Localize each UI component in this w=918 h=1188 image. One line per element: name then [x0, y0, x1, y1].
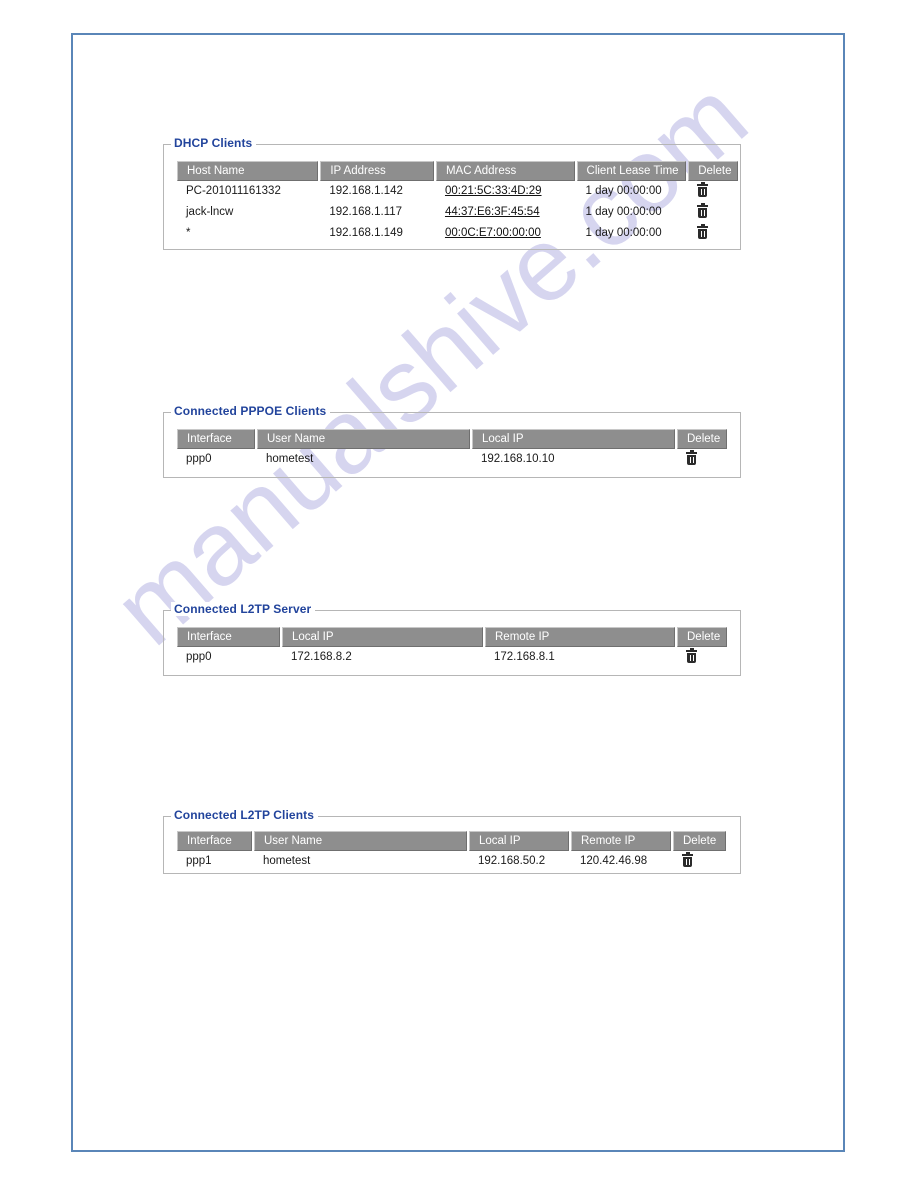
column-header-local-ip: Local IP [282, 627, 483, 647]
table-wrap-pppoe: Interface User Name Local IP Delete ppp0… [175, 429, 729, 470]
column-header-client-lease-time: Client Lease Time [576, 161, 687, 181]
cell-local-ip: 172.168.8.2 [291, 651, 352, 663]
table-header-row: Host Name IP Address MAC Address Client … [177, 161, 738, 181]
cell-lease-time: 1 day 00:00:00 [585, 185, 662, 197]
table-connected-pppoe-clients: Interface User Name Local IP Delete ppp0… [175, 429, 729, 470]
cell-remote-ip: 120.42.46.98 [580, 855, 648, 867]
panel-connected-l2tp-clients: Connected L2TP Clients Interface User Na… [163, 808, 741, 874]
mac-address-link[interactable]: 00:21:5C:33:4D:29 [445, 185, 542, 197]
cell-delete[interactable] [688, 202, 738, 223]
panel-legend-connected-l2tp-clients: Connected L2TP Clients [171, 808, 319, 822]
cell-mac-address[interactable]: 44:37:E6:3F:45:54 [436, 202, 575, 223]
column-header-remote-ip: Remote IP [485, 627, 675, 647]
cell-remote-ip: 172.168.8.1 [494, 651, 555, 663]
cell-lease-time: 1 day 00:00:00 [585, 206, 662, 218]
table-dhcp-clients: Host Name IP Address MAC Address Client … [175, 161, 740, 244]
column-header-interface: Interface [177, 429, 255, 449]
trash-icon[interactable] [686, 450, 697, 466]
cell-delete[interactable] [677, 449, 727, 470]
trash-icon[interactable] [697, 224, 709, 240]
column-header-delete: Delete [677, 627, 727, 647]
table-row: ppp0 172.168.8.2 172.168.8.1 [177, 647, 727, 668]
column-header-ip-address: IP Address [320, 161, 434, 181]
table-row: PC-201011161332 192.168.1.142 00:21:5C:3… [177, 181, 738, 202]
mac-address-link[interactable]: 00:0C:E7:00:00:00 [445, 227, 541, 239]
mac-address-link[interactable]: 44:37:E6:3F:45:54 [445, 206, 540, 218]
column-header-user-name: User Name [257, 429, 470, 449]
cell-interface: ppp0 [186, 453, 212, 465]
table-wrap-dhcp: Host Name IP Address MAC Address Client … [175, 161, 740, 244]
column-header-mac-address: MAC Address [435, 161, 575, 181]
cell-mac-address[interactable]: 00:21:5C:33:4D:29 [436, 181, 575, 202]
cell-delete[interactable] [688, 181, 738, 202]
column-header-interface: Interface [177, 627, 280, 647]
table-row: ppp0 hometest 192.168.10.10 [177, 449, 727, 470]
table-wrap-l2tp-client: Interface User Name Local IP Remote IP D… [175, 831, 728, 872]
cell-host-name: PC-201011161332 [186, 185, 281, 197]
cell-interface: ppp0 [186, 651, 212, 663]
cell-ip-address: 192.168.1.117 [329, 206, 403, 218]
cell-ip-address: 192.168.1.142 [329, 185, 403, 197]
trash-icon[interactable] [686, 648, 697, 664]
column-header-delete: Delete [688, 161, 738, 181]
cell-delete[interactable] [673, 851, 726, 872]
table-header-row: Interface User Name Local IP Remote IP D… [177, 831, 726, 851]
panel-legend-dhcp-clients: DHCP Clients [171, 136, 257, 150]
column-header-host-name: Host Name [177, 161, 319, 181]
column-header-user-name: User Name [254, 831, 467, 851]
cell-delete[interactable] [688, 223, 738, 244]
table-header-row: Interface Local IP Remote IP Delete [177, 627, 727, 647]
cell-user-name: hometest [266, 453, 314, 465]
column-header-delete: Delete [677, 429, 727, 449]
cell-ip-address: 192.168.1.149 [329, 227, 403, 239]
cell-local-ip: 192.168.10.10 [481, 453, 555, 465]
trash-icon[interactable] [697, 203, 709, 219]
table-row: ppp1 hometest 192.168.50.2 120.42.46.98 [177, 851, 726, 872]
panel-legend-connected-pppoe-clients: Connected PPPOE Clients [171, 404, 331, 418]
column-header-local-ip: Local IP [472, 429, 675, 449]
panel-connected-l2tp-server: Connected L2TP Server Interface Local IP… [163, 602, 741, 676]
column-header-local-ip: Local IP [469, 831, 569, 851]
cell-local-ip: 192.168.50.2 [478, 855, 546, 867]
trash-icon[interactable] [682, 852, 693, 868]
panel-legend-connected-l2tp-server: Connected L2TP Server [171, 602, 316, 616]
column-header-remote-ip: Remote IP [571, 831, 671, 851]
panel-dhcp-clients: DHCP Clients Host Name IP Address MAC Ad… [163, 136, 741, 250]
column-header-delete: Delete [673, 831, 726, 851]
cell-interface: ppp1 [186, 855, 212, 867]
cell-host-name: jack-lncw [186, 206, 234, 218]
table-row: * 192.168.1.149 00:0C:E7:00:00:00 1 day … [177, 223, 738, 244]
table-connected-l2tp-clients: Interface User Name Local IP Remote IP D… [175, 831, 728, 872]
cell-mac-address[interactable]: 00:0C:E7:00:00:00 [436, 223, 575, 244]
cell-user-name: hometest [263, 855, 311, 867]
cell-delete[interactable] [677, 647, 727, 668]
table-wrap-l2tp-server: Interface Local IP Remote IP Delete ppp0… [175, 627, 729, 668]
document-content: DHCP Clients Host Name IP Address MAC Ad… [0, 0, 918, 1188]
trash-icon[interactable] [697, 182, 709, 198]
table-header-row: Interface User Name Local IP Delete [177, 429, 727, 449]
table-row: jack-lncw 192.168.1.117 44:37:E6:3F:45:5… [177, 202, 738, 223]
panel-connected-pppoe-clients: Connected PPPOE Clients Interface User N… [163, 404, 741, 478]
cell-host-name: * [186, 227, 191, 239]
cell-lease-time: 1 day 00:00:00 [585, 227, 662, 239]
column-header-interface: Interface [177, 831, 252, 851]
table-connected-l2tp-server: Interface Local IP Remote IP Delete ppp0… [175, 627, 729, 668]
